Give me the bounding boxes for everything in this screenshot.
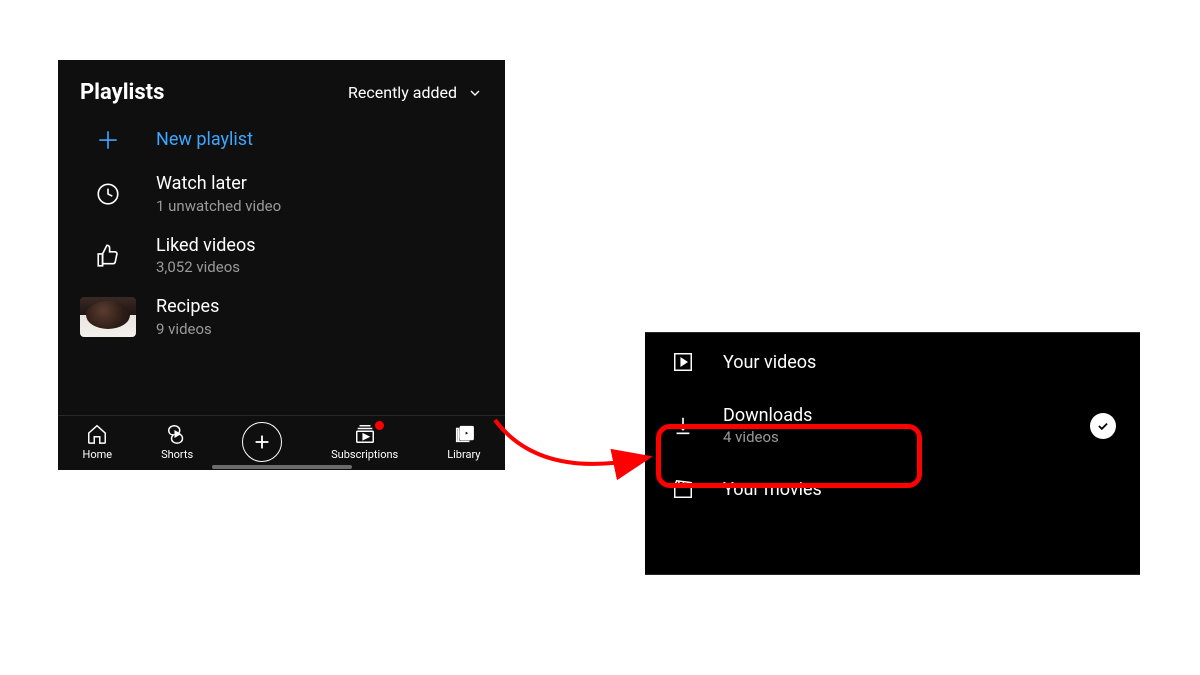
notification-dot: [375, 421, 384, 430]
nav-library-label: Library: [447, 448, 480, 461]
clock-icon: [95, 181, 121, 207]
plus-icon: [251, 431, 273, 453]
downloads-label: Downloads: [723, 405, 1064, 426]
downloads-row[interactable]: Downloads 4 videos: [645, 391, 1140, 460]
nav-shorts[interactable]: Shorts: [161, 423, 193, 461]
shorts-icon: [166, 423, 188, 445]
watch-later-title: Watch later: [156, 173, 281, 195]
watch-later-row[interactable]: Watch later 1 unwatched video: [58, 163, 505, 225]
check-icon: [1096, 419, 1110, 433]
chevron-down-icon: [467, 85, 483, 101]
clapperboard-icon: [672, 478, 694, 500]
liked-videos-row[interactable]: Liked videos 3,052 videos: [58, 225, 505, 287]
sort-label: Recently added: [348, 83, 457, 102]
liked-videos-sub: 3,052 videos: [156, 258, 256, 276]
watch-later-sub: 1 unwatched video: [156, 197, 281, 215]
playlists-list: New playlist Watch later 1 unwatched vid…: [58, 113, 505, 415]
nav-subscriptions[interactable]: Subscriptions: [331, 423, 398, 461]
new-playlist-label: New playlist: [156, 129, 253, 151]
your-movies-row[interactable]: Your movies: [645, 460, 1140, 518]
recipes-sub: 9 videos: [156, 320, 219, 338]
bottom-nav: Home Shorts Subscriptions Library: [58, 415, 505, 470]
nav-library[interactable]: Library: [447, 423, 480, 461]
playlists-panel: Playlists Recently added New playlist Wa…: [58, 60, 505, 470]
thumbs-up-icon: [95, 242, 121, 268]
download-icon: [672, 415, 694, 437]
playlist-thumbnail: [80, 297, 136, 337]
page-title: Playlists: [80, 80, 164, 105]
sort-button[interactable]: Recently added: [348, 83, 483, 102]
plus-icon: [95, 127, 121, 153]
annotation-arrow: [480, 400, 670, 490]
liked-videos-title: Liked videos: [156, 235, 256, 257]
nav-subscriptions-label: Subscriptions: [331, 448, 398, 461]
nav-home[interactable]: Home: [82, 423, 112, 461]
recipes-playlist-row[interactable]: Recipes 9 videos: [58, 286, 505, 342]
play-outline-icon: [672, 351, 694, 373]
subscriptions-icon: [354, 423, 376, 445]
recipes-title: Recipes: [156, 296, 219, 318]
nav-home-label: Home: [82, 448, 112, 461]
nav-create[interactable]: [242, 422, 282, 462]
new-playlist-button[interactable]: New playlist: [58, 117, 505, 163]
home-icon: [86, 423, 108, 445]
library-panel: Your videos Downloads 4 videos Your movi…: [645, 332, 1140, 575]
your-videos-label: Your videos: [723, 352, 1116, 373]
your-movies-label: Your movies: [723, 479, 1116, 500]
your-videos-row[interactable]: Your videos: [645, 333, 1140, 391]
playlists-header: Playlists Recently added: [58, 60, 505, 113]
library-icon: [453, 423, 475, 445]
download-complete-badge: [1090, 413, 1116, 439]
home-indicator: [212, 465, 352, 469]
downloads-sub: 4 videos: [723, 428, 1064, 446]
nav-shorts-label: Shorts: [161, 448, 193, 461]
